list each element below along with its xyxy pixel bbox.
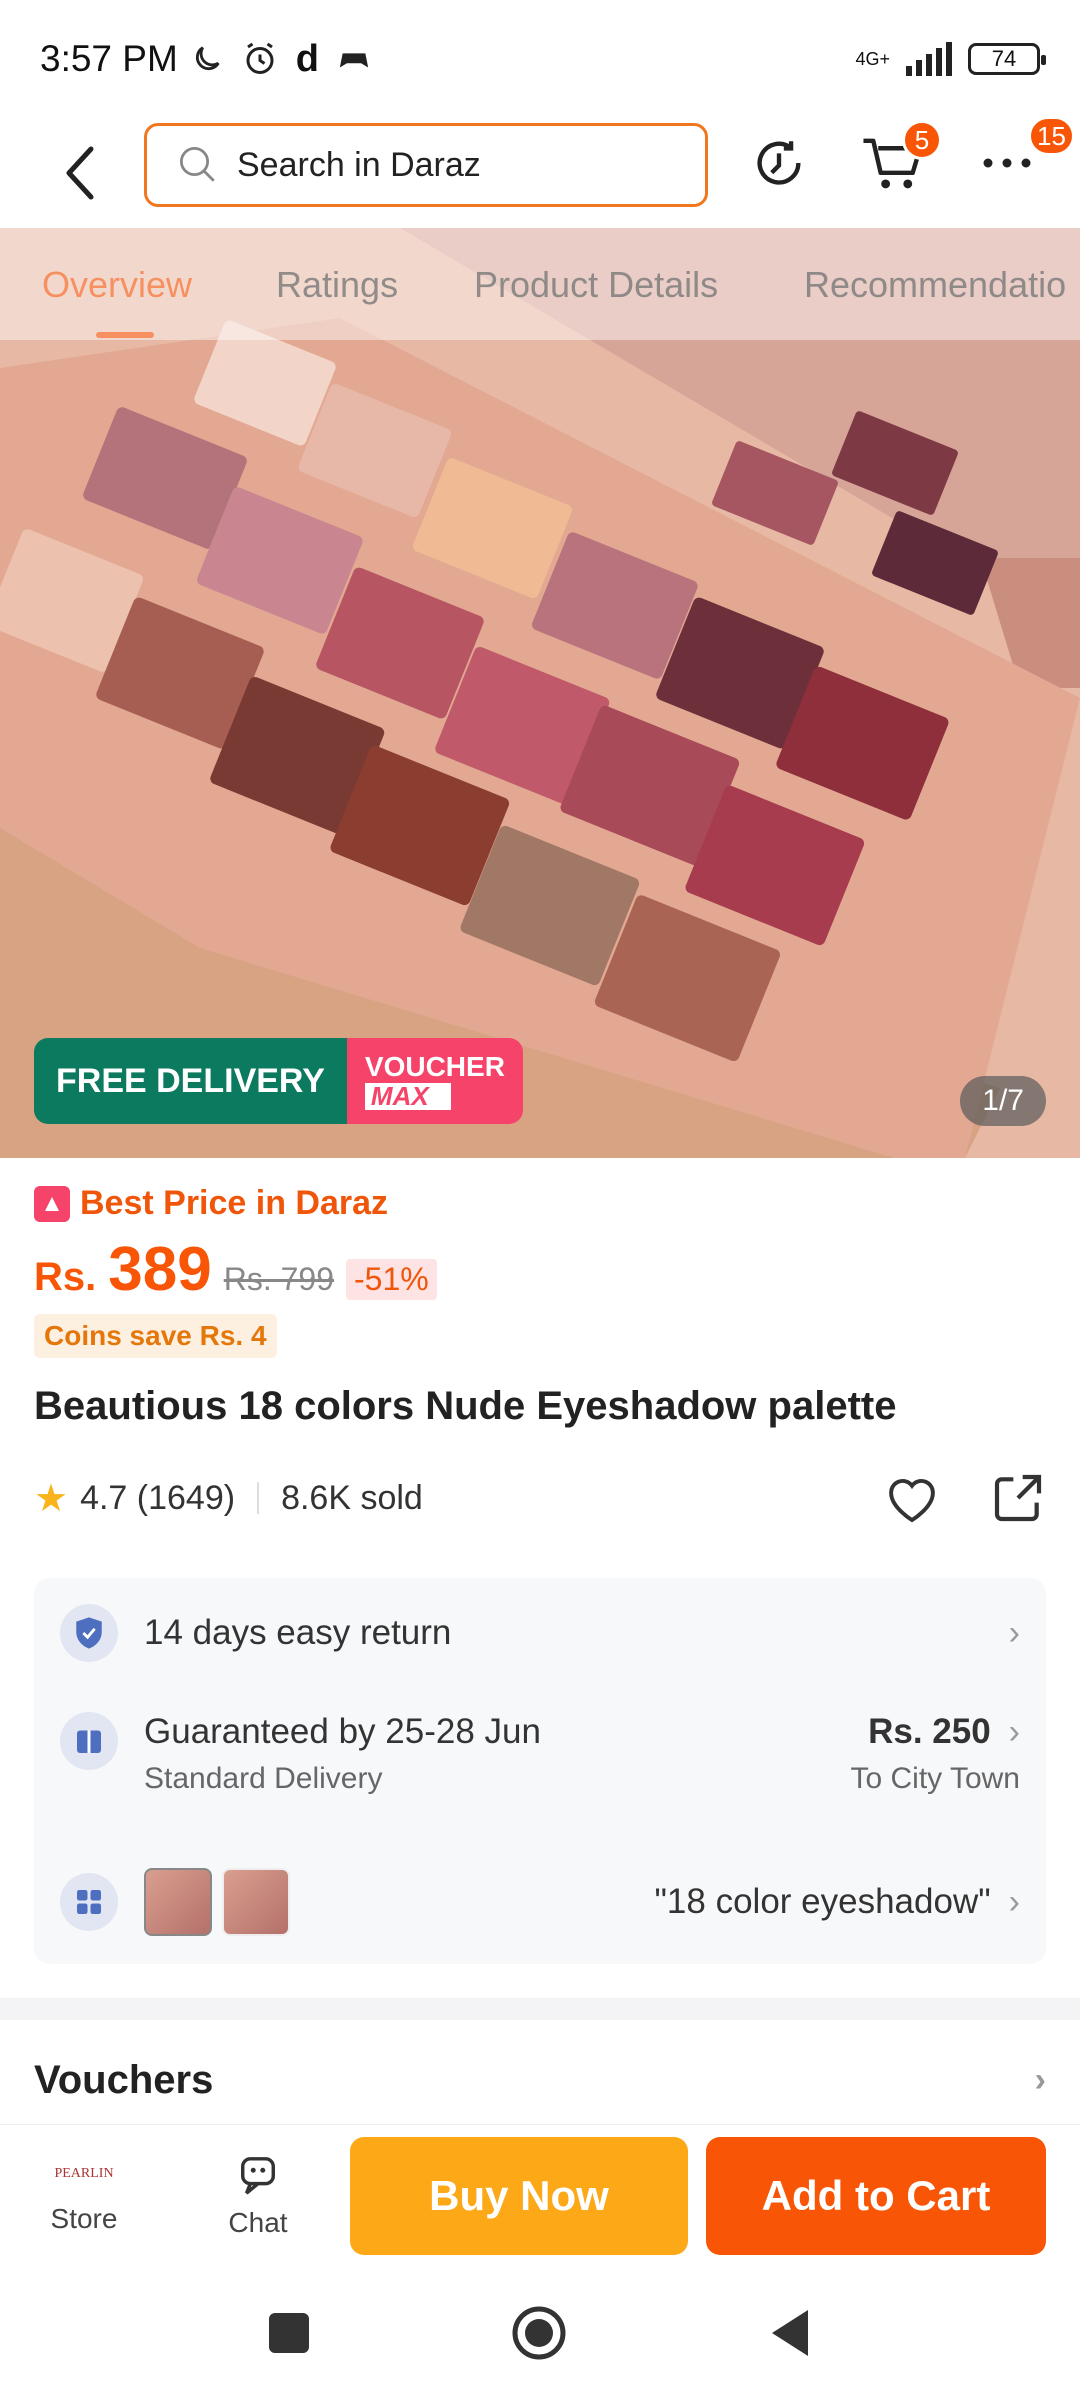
history-icon bbox=[757, 141, 801, 185]
battery-icon: 74 bbox=[968, 43, 1046, 75]
more-button[interactable]: 15 bbox=[972, 116, 1075, 198]
tab-recommendations[interactable]: Recommendatio bbox=[804, 264, 1066, 306]
best-price-banner: Best Price in Daraz bbox=[34, 1184, 388, 1223]
chat-label: Chat bbox=[228, 2207, 288, 2238]
back-nav-icon[interactable] bbox=[768, 2308, 812, 2358]
cart-count-badge: 5 bbox=[902, 120, 942, 160]
price-value: 389 bbox=[108, 1235, 212, 1304]
system-nav-bar bbox=[0, 2266, 1080, 2400]
sold-count: 8.6K sold bbox=[281, 1478, 423, 1517]
status-time: 3:57 PM bbox=[40, 38, 178, 79]
voucher-max-tag: MAX bbox=[364, 1082, 451, 1111]
grid-icon bbox=[60, 1873, 118, 1931]
delivery-method: Standard Delivery bbox=[144, 1762, 383, 1795]
status-bar: 3:57 PM d 4G+ 74 bbox=[0, 0, 1080, 118]
vouchers-row[interactable]: Vouchers › bbox=[34, 2058, 1046, 2103]
product-image-gallery[interactable]: Overview Ratings Product Details Recomme… bbox=[0, 228, 1080, 1158]
add-to-cart-button[interactable]: Add to Cart bbox=[706, 2137, 1046, 2255]
price-currency: Rs. bbox=[34, 1255, 97, 1299]
back-button[interactable] bbox=[50, 138, 110, 208]
active-tab-indicator bbox=[96, 332, 154, 338]
status-right: 4G+ 74 bbox=[855, 42, 1046, 76]
rating-divider bbox=[257, 1482, 260, 1514]
delivery-location: To City Town bbox=[850, 1762, 1020, 1795]
product-image bbox=[0, 228, 1080, 1158]
store-logo: PEARLIN bbox=[54, 2166, 114, 2181]
coins-badge: Coins save Rs. 4 bbox=[34, 1314, 277, 1358]
history-button[interactable] bbox=[744, 128, 814, 198]
product-title: Beautious 18 colors Nude Eyeshadow palet… bbox=[34, 1384, 897, 1428]
tab-ratings[interactable]: Ratings bbox=[276, 264, 398, 306]
service-card: 14 days easy return › Guaranteed by 25-2… bbox=[34, 1578, 1046, 1964]
free-delivery-label: FREE DELIVERY bbox=[34, 1038, 347, 1124]
delivery-box-icon bbox=[60, 1712, 118, 1770]
more-count-badge: 15 bbox=[1028, 116, 1075, 156]
game-controller-icon bbox=[339, 53, 369, 68]
chat-button[interactable]: Chat bbox=[198, 2155, 318, 2239]
chevron-left-icon bbox=[66, 146, 94, 200]
signal-icon bbox=[906, 42, 952, 76]
chevron-right-icon: › bbox=[1008, 1613, 1020, 1652]
status-icons: d bbox=[190, 38, 371, 81]
price-row: Rs. 389 Rs. 799 -51% bbox=[34, 1234, 437, 1305]
star-icon: ★ bbox=[34, 1477, 69, 1520]
store-label: Store bbox=[50, 2203, 118, 2234]
return-policy-row[interactable]: 14 days easy return › bbox=[60, 1604, 1020, 1662]
delivery-guarantee: Guaranteed by 25-28 Jun bbox=[144, 1712, 541, 1751]
discount-badge: -51% bbox=[345, 1259, 437, 1300]
voucher-max-label: VOUCHER MAX bbox=[346, 1038, 523, 1124]
rating-value[interactable]: 4.7 (1649) bbox=[80, 1479, 235, 1518]
network-label: 4G+ bbox=[855, 49, 890, 69]
app-d-icon: d bbox=[295, 37, 320, 80]
variant-thumbnail[interactable] bbox=[222, 1868, 290, 1936]
best-price-label: Best Price in Daraz bbox=[80, 1184, 389, 1222]
share-icon[interactable] bbox=[990, 1470, 1046, 1526]
vouchers-title: Vouchers bbox=[34, 2058, 214, 2102]
chevron-right-icon: › bbox=[1034, 2061, 1046, 2099]
delivery-price-info: Rs. 250 › To City Town bbox=[850, 1712, 1020, 1796]
more-icon bbox=[983, 158, 1031, 168]
bottom-action-bar: PEARLIN Store Chat Buy Now Add to Cart bbox=[0, 2124, 1080, 2266]
delivery-row[interactable]: Guaranteed by 25-28 Jun Standard Deliver… bbox=[60, 1712, 1020, 1796]
image-counter: 1/7 bbox=[960, 1076, 1046, 1126]
shield-check-icon bbox=[60, 1604, 118, 1662]
tab-overview[interactable]: Overview bbox=[42, 264, 192, 306]
chat-icon bbox=[241, 2157, 275, 2195]
return-policy-label: 14 days easy return bbox=[144, 1613, 452, 1652]
store-button[interactable]: PEARLIN Store bbox=[24, 2155, 144, 2235]
delivery-info: Guaranteed by 25-28 Jun Standard Deliver… bbox=[144, 1712, 541, 1796]
promo-badge: FREE DELIVERY VOUCHER MAX bbox=[34, 1038, 523, 1124]
section-divider bbox=[0, 1998, 1080, 2020]
voucher-label: VOUCHER bbox=[364, 1050, 505, 1082]
alarm-icon bbox=[246, 42, 274, 74]
search-input[interactable]: Search in Daraz bbox=[144, 123, 708, 207]
top-header: Search in Daraz 5 15 bbox=[0, 116, 1080, 228]
best-price-icon bbox=[34, 1185, 70, 1222]
home-icon[interactable] bbox=[510, 2304, 568, 2362]
cart-button[interactable]: 5 bbox=[858, 120, 942, 198]
search-icon bbox=[179, 146, 215, 182]
search-placeholder: Search in Daraz bbox=[237, 145, 481, 184]
variant-row[interactable]: "18 color eyeshadow" › bbox=[60, 1868, 1020, 1936]
chevron-right-icon: › bbox=[1008, 1882, 1020, 1921]
chevron-right-icon: › bbox=[1008, 1712, 1020, 1751]
recent-apps-icon[interactable] bbox=[268, 2312, 310, 2354]
variant-thumbnail[interactable] bbox=[144, 1868, 212, 1936]
tab-product-details[interactable]: Product Details bbox=[474, 264, 718, 306]
rating-actions bbox=[882, 1470, 1046, 1526]
rating-row: ★ 4.7 (1649) 8.6K sold bbox=[34, 1470, 1046, 1526]
heart-icon[interactable] bbox=[882, 1471, 942, 1525]
buy-now-button[interactable]: Buy Now bbox=[350, 2137, 688, 2255]
moon-icon bbox=[195, 46, 220, 71]
section-tabs: Overview Ratings Product Details Recomme… bbox=[0, 228, 1080, 340]
delivery-price: Rs. 250 bbox=[868, 1712, 991, 1751]
variant-label: "18 color eyeshadow" bbox=[654, 1882, 991, 1921]
original-price: Rs. 799 bbox=[223, 1261, 334, 1297]
